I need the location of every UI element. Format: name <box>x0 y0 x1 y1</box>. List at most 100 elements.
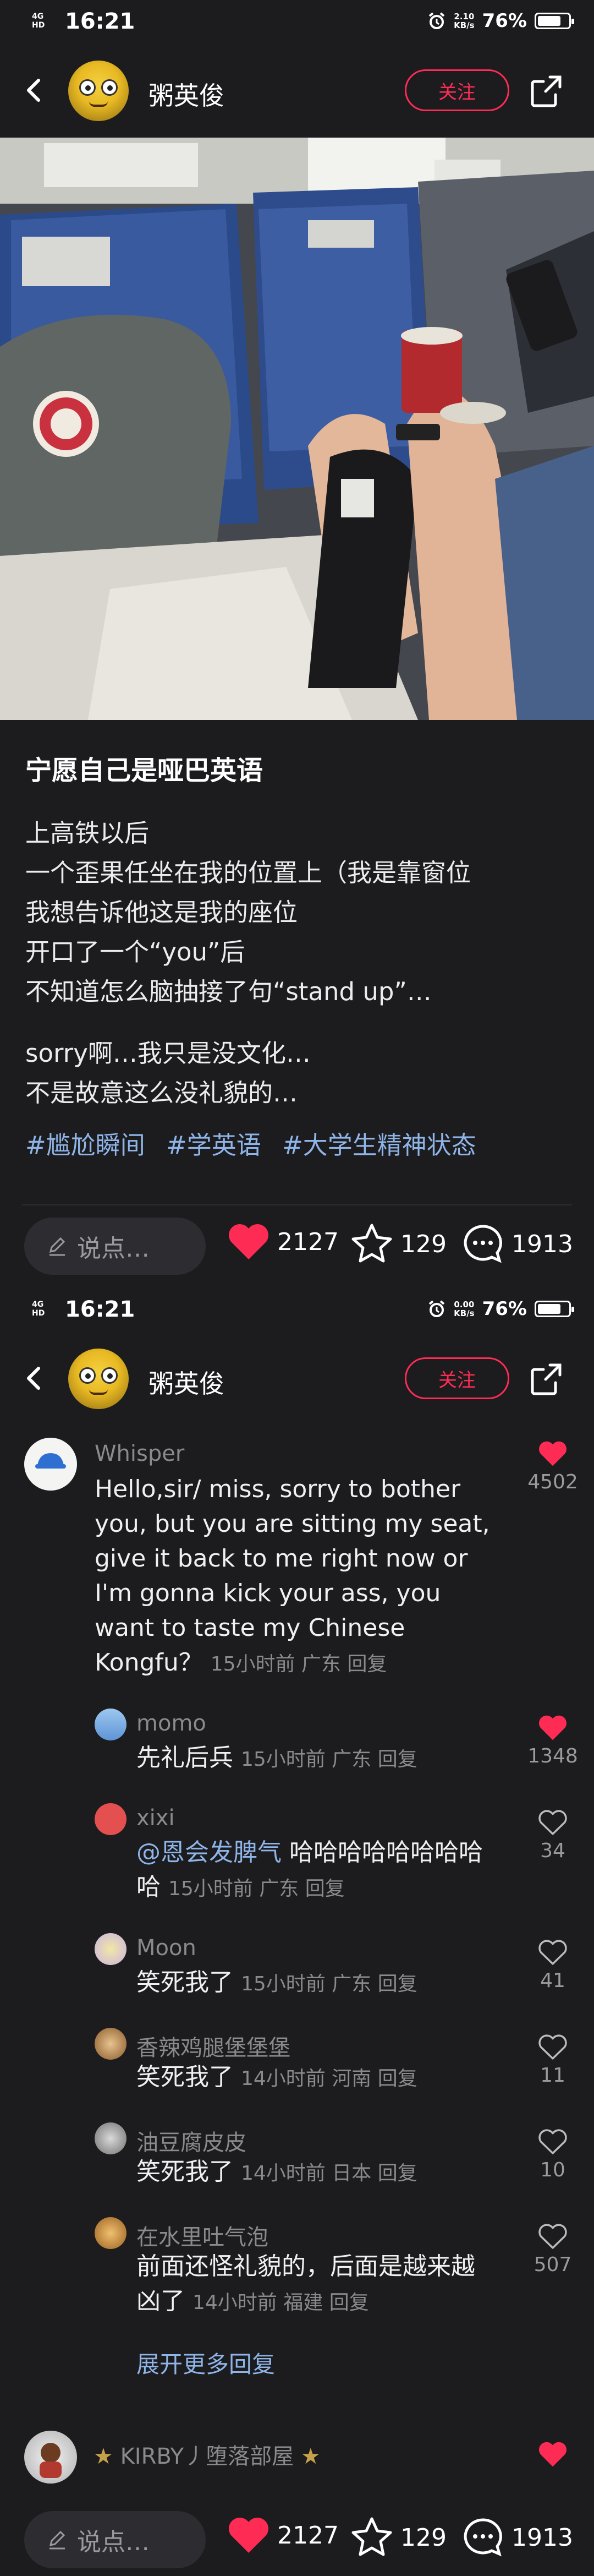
favorite-button[interactable]: 129 <box>350 1222 447 1266</box>
status-bar: 4G HD 16:21 2.10 KB/s 76% <box>0 0 594 44</box>
comment-like-button[interactable]: 10 <box>534 2128 572 2181</box>
reply-name[interactable]: xixi <box>136 1805 175 1831</box>
reply-text: 笑死我了 15小时前 广东 回复 <box>136 1968 417 1996</box>
comment-like-button[interactable]: 11 <box>534 2033 572 2087</box>
comment-icon <box>464 2518 502 2557</box>
battery-icon <box>535 1301 574 1317</box>
comment-meta[interactable]: 14小时前 日本 回复 <box>241 2162 417 2185</box>
star-icon <box>351 1224 392 1263</box>
commenter-avatar[interactable] <box>24 2431 77 2484</box>
post-line: 不知道怎么脑抽接了句“stand up”… <box>25 977 432 1006</box>
comment-text: Hello,sir/ miss, sorry to bother you, bu… <box>95 1475 490 1677</box>
favorite-button[interactable]: 129 <box>350 2515 447 2559</box>
post-photo[interactable] <box>0 138 594 720</box>
post-line: 开口了一个“you”后 <box>25 937 245 967</box>
comment-meta[interactable]: 15小时前 广东 回复 <box>168 1878 345 1900</box>
post-title: 宁愿自己是哑巴英语 <box>25 755 263 786</box>
reply-text: 前面还怪礼貌的，后面是越来越 凶了 14小时前 福建 回复 <box>136 2252 475 2315</box>
alarm-icon <box>428 1300 445 1317</box>
comment-input[interactable]: 说点… <box>24 1218 206 1275</box>
reply-name[interactable]: 油豆腐皮皮 <box>136 2125 246 2157</box>
heart-outline-icon <box>538 2129 567 2154</box>
author-name[interactable]: 粥英俊 <box>148 1364 224 1400</box>
reply-name[interactable]: 在水里吐气泡 <box>136 2219 268 2251</box>
post-line: 不是故意这么没礼貌的… <box>25 1078 298 1107</box>
commenter-avatar[interactable] <box>24 1438 77 1491</box>
post-line: 一个歪果任坐在我的位置上（我是靠窗位 <box>25 858 471 887</box>
comment-like-count: 507 <box>534 2253 572 2276</box>
alarm-icon <box>428 12 445 29</box>
comment-like-button[interactable]: 1348 <box>527 1714 578 1767</box>
status-time: 16:21 <box>65 9 135 34</box>
comment-like-count: 4502 <box>527 1471 578 1493</box>
tag-link[interactable]: #大学生精神状态 <box>282 1131 476 1160</box>
commenter-name[interactable]: ★ KIRBY丿堕落部屋 ★ <box>94 2438 321 2470</box>
author-avatar[interactable] <box>68 1349 129 1409</box>
comment-button[interactable]: 1913 <box>461 2515 573 2559</box>
reply-text: 笑死我了 14小时前 河南 回复 <box>136 2063 417 2091</box>
comment-meta[interactable]: 14小时前 河南 回复 <box>241 2067 417 2090</box>
comment-like-button[interactable]: 507 <box>534 2223 572 2276</box>
author-name[interactable]: 粥英俊 <box>148 76 224 112</box>
battery-icon <box>535 13 574 29</box>
reply-avatar[interactable] <box>95 1709 127 1740</box>
top-nav: 粥英俊 关注 <box>0 1332 594 1426</box>
reply-avatar[interactable] <box>95 1803 127 1835</box>
back-icon[interactable] <box>16 1361 52 1396</box>
comment-input[interactable]: 说点… <box>24 2511 206 2568</box>
star-badge-icon: ★ <box>300 2444 321 2469</box>
reply-text: 先礼后兵 15小时前 广东 回复 <box>136 1744 417 1772</box>
heart-outline-icon <box>538 2224 567 2249</box>
comment-like-count: 11 <box>540 2064 565 2087</box>
heart-icon <box>539 2442 566 2467</box>
show-more-replies[interactable]: 展开更多回复 <box>136 2346 275 2379</box>
comment-meta[interactable]: 15小时前 广东 回复 <box>211 1653 387 1676</box>
author-avatar[interactable] <box>68 61 129 121</box>
tag-link[interactable]: #尴尬瞬间 <box>25 1131 145 1160</box>
reply-name[interactable]: Moon <box>136 1935 196 1961</box>
star-badge-icon: ★ <box>94 2444 113 2469</box>
reply-avatar[interactable] <box>95 1933 127 1965</box>
heart-outline-icon <box>538 1940 567 1965</box>
commenter-name[interactable]: Whisper <box>95 1441 184 1466</box>
status-time: 16:21 <box>65 1297 135 1322</box>
heart-icon <box>539 1441 566 1466</box>
comment-meta[interactable]: 14小时前 福建 回复 <box>193 2291 369 2314</box>
like-button[interactable]: 2127 <box>227 1222 339 1262</box>
reply-avatar[interactable] <box>95 2217 127 2249</box>
reply-avatar[interactable] <box>95 2028 127 2060</box>
follow-button[interactable]: 关注 <box>405 69 509 111</box>
comment-meta[interactable]: 15小时前 广东 回复 <box>241 1748 417 1771</box>
train-interior-image <box>0 138 594 720</box>
comment-like-count: 41 <box>540 1969 565 1992</box>
like-button[interactable]: 2127 <box>227 2515 339 2555</box>
comment-meta[interactable]: 15小时前 广东 回复 <box>241 1973 417 1995</box>
follow-button[interactable]: 关注 <box>405 1357 509 1399</box>
action-bar: 说点… 2127 129 1913 <box>0 2499 594 2576</box>
reply-avatar[interactable] <box>95 2122 127 2154</box>
comment-icon <box>464 1225 502 1263</box>
comment-like-button[interactable]: 41 <box>534 1939 572 1992</box>
comment-like-button[interactable] <box>534 2441 572 2468</box>
share-icon[interactable] <box>528 1361 564 1397</box>
comment-like-count: 1348 <box>527 1745 578 1767</box>
mention-link[interactable]: @恩会发脾气 <box>136 1838 282 1866</box>
post-line: 上高铁以后 <box>25 818 150 848</box>
comment-count: 1913 <box>512 2523 573 2552</box>
heart-icon <box>229 2518 268 2553</box>
back-icon[interactable] <box>16 73 52 108</box>
post-body: 宁愿自己是哑巴英语 上高铁以后 一个歪果任坐在我的位置上（我是靠窗位 我想告诉他… <box>25 749 575 1161</box>
tag-link[interactable]: #学英语 <box>166 1131 261 1160</box>
top-nav: 粥英俊 关注 <box>0 44 594 138</box>
comment-like-button[interactable]: 4502 <box>527 1440 578 1493</box>
reply-name[interactable]: momo <box>136 1711 206 1736</box>
network-speed: 2.10 KB/s <box>454 12 475 30</box>
comment-button[interactable]: 1913 <box>461 1222 573 1266</box>
share-icon[interactable] <box>528 73 564 109</box>
battery-percent: 76% <box>482 1298 527 1320</box>
reply-name[interactable]: 香辣鸡腿堡堡堡 <box>136 2030 290 2062</box>
heart-icon <box>229 1224 268 1259</box>
post-tags: #尴尬瞬间 #学英语 #大学生精神状态 <box>25 1125 575 1161</box>
network-indicator: 4G HD <box>32 1300 45 1318</box>
comment-like-button[interactable]: 34 <box>534 1809 572 1862</box>
